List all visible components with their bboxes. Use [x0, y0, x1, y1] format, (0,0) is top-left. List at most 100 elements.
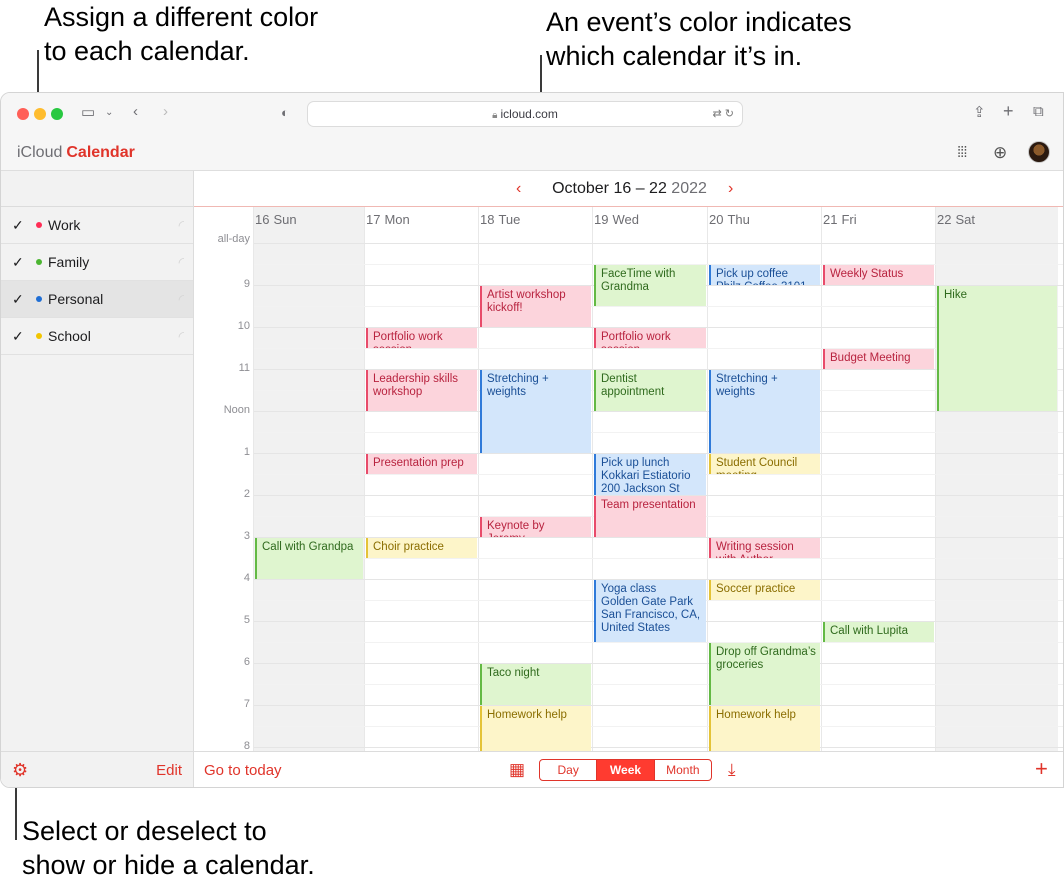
week-grid[interactable]: all-day 16 Sun 17 Mon 18 Tue 19 Wed 20 Thu 21 Fri 22…	[194, 207, 1063, 751]
hour-label: 4	[243, 572, 250, 584]
event-family[interactable]: Hike	[937, 286, 1057, 411]
forward-icon[interactable]: ›	[163, 103, 168, 120]
day-column[interactable]	[822, 207, 935, 751]
hour-label: 11	[238, 362, 250, 374]
browser-window: ▭ ⌄ ‹ › ◐ 🔒︎ icloud.com ⇄ ↻ ⇪ + ⧉ iCloud C…	[0, 92, 1064, 788]
event-work[interactable]: Leadership skills workshop	[366, 370, 477, 411]
day-name: Tue	[498, 212, 521, 227]
edit-button[interactable]: Edit	[156, 762, 182, 779]
event-title: Portfolio work session	[373, 331, 443, 348]
event-family[interactable]: Call with Lupita	[823, 622, 934, 642]
address-bar[interactable]: 🔒︎ icloud.com ⇄ ↻	[307, 101, 743, 127]
new-tab-icon[interactable]: +	[1003, 101, 1014, 122]
event-work[interactable]: Portfolio work session	[366, 328, 477, 348]
privacy-shield-icon[interactable]: ◐	[281, 105, 289, 120]
back-icon[interactable]: ‹	[133, 103, 138, 120]
calendar-item-family[interactable]: ✓ Family ◜	[1, 244, 193, 281]
event-title: Artist workshop kickoff!	[487, 289, 566, 314]
event-school[interactable]: Choir practice	[366, 538, 477, 558]
event-work[interactable]: Budget Meeting	[823, 349, 934, 369]
event-title: Keynote by Jeremy	[487, 520, 545, 537]
view-day-button[interactable]: Day	[540, 760, 598, 780]
previous-week-icon[interactable]: ‹	[516, 171, 521, 207]
calendar-item-personal[interactable]: ✓ Personal ◜	[1, 281, 193, 318]
share-broadcast-icon[interactable]: ◜	[179, 207, 184, 243]
event-title: Stretching + weights	[716, 373, 778, 398]
event-work[interactable]: Keynote by Jeremy	[480, 517, 591, 537]
share-broadcast-icon[interactable]: ◜	[179, 244, 184, 280]
event-family[interactable]: Drop off Grandma’s groceries	[709, 643, 820, 705]
calendar-label: School	[48, 328, 91, 344]
event-title: Team presentation	[601, 499, 696, 511]
next-week-icon[interactable]: ›	[728, 171, 733, 207]
chevron-down-icon[interactable]: ⌄	[105, 107, 113, 118]
event-title: Homework help	[487, 709, 567, 721]
event-family[interactable]: Taco night	[480, 664, 591, 705]
hour-gridline	[254, 432, 1063, 433]
calendar-item-school[interactable]: ✓ School ◜	[1, 318, 193, 355]
callout-select-deselect: Select or deselect to show or hide a cal…	[22, 816, 315, 880]
event-title: Budget Meeting	[830, 352, 911, 364]
download-icon[interactable]: ⤓	[728, 760, 736, 780]
event-personal[interactable]: Yoga class Golden Gate Park San Francisc…	[594, 580, 706, 642]
event-work[interactable]: Writing session with Author	[709, 538, 820, 558]
event-personal[interactable]: Pick up coffee Philz Coffee 3101	[709, 265, 820, 285]
calendar-color-dot	[36, 333, 42, 339]
event-school[interactable]: Soccer practice	[709, 580, 820, 600]
tab-overview-icon[interactable]: ⧉	[1033, 103, 1044, 120]
zoom-window-button[interactable]	[51, 108, 63, 120]
hour-label: 5	[243, 614, 250, 626]
day-number: 20	[709, 212, 724, 227]
add-circle-icon[interactable]: ⊕	[993, 143, 1007, 163]
day-name: Thu	[727, 212, 750, 227]
checkmark-icon[interactable]: ✓	[12, 244, 24, 280]
hour-label: 8	[243, 740, 250, 751]
event-work[interactable]: Presentation prep	[366, 454, 477, 474]
app-grid-icon[interactable]: ⁞⁞⁞	[957, 144, 967, 161]
event-work[interactable]: Portfolio work session	[594, 328, 706, 348]
event-work[interactable]: Team presentation	[594, 496, 706, 537]
go-to-today-button[interactable]: Go to today	[204, 762, 282, 779]
event-school[interactable]: Homework help	[709, 706, 820, 751]
event-work[interactable]: Artist workshop kickoff!	[480, 286, 591, 327]
share-broadcast-icon[interactable]: ◜	[179, 281, 184, 317]
avatar[interactable]	[1028, 141, 1050, 163]
view-month-button[interactable]: Month	[655, 760, 711, 780]
checkmark-icon[interactable]: ✓	[12, 207, 24, 243]
minimize-window-button[interactable]	[34, 108, 46, 120]
event-title: Call with Grandpa	[262, 541, 354, 553]
week-view: ‹ October 16 – 22 2022 › all-day 16 Sun 17…	[194, 171, 1063, 751]
event-personal[interactable]: Pick up lunch Kokkari Estiatorio 200 Jac…	[594, 454, 706, 495]
hour-gridline	[254, 684, 1063, 685]
day-column[interactable]	[365, 207, 478, 751]
day-column[interactable]	[254, 207, 364, 751]
event-work[interactable]: Weekly Status	[823, 265, 934, 285]
event-family[interactable]: FaceTime with Grandma	[594, 265, 706, 306]
event-personal[interactable]: Stretching + weights	[480, 370, 591, 453]
event-personal[interactable]: Stretching + weights	[709, 370, 820, 453]
close-window-button[interactable]	[17, 108, 29, 120]
event-family[interactable]: Dentist appointment	[594, 370, 706, 411]
day-name: Wed	[612, 212, 639, 227]
calendar-stack-icon[interactable]: ▦	[509, 760, 525, 780]
share-icon[interactable]: ⇪	[973, 103, 986, 121]
calendar-item-work[interactable]: ✓ Work ◜	[1, 207, 193, 244]
checkmark-icon[interactable]: ✓	[12, 318, 24, 354]
event-school[interactable]: Homework help	[480, 706, 591, 751]
sidebar-toggle-icon[interactable]: ▭	[81, 103, 95, 121]
hour-label: 9	[243, 278, 250, 290]
hour-label: 2	[243, 488, 250, 500]
day-name: Fri	[841, 212, 857, 227]
translate-reload-icon[interactable]: ⇄ ↻	[713, 102, 735, 126]
day-number: 22	[937, 212, 952, 227]
view-week-button[interactable]: Week	[597, 760, 655, 780]
share-broadcast-icon[interactable]: ◜	[179, 318, 184, 354]
checkmark-icon[interactable]: ✓	[12, 281, 24, 317]
gear-icon[interactable]: ⚙	[12, 760, 28, 781]
event-school[interactable]: Student Council meeting	[709, 454, 820, 474]
event-family[interactable]: Call with Grandpa	[255, 538, 363, 579]
day-header: 17 Mon	[366, 212, 410, 227]
calendar-color-dot	[36, 222, 42, 228]
add-event-icon[interactable]: +	[1035, 756, 1048, 782]
callout-event-color: An event’s color indicates which calenda…	[546, 7, 852, 71]
